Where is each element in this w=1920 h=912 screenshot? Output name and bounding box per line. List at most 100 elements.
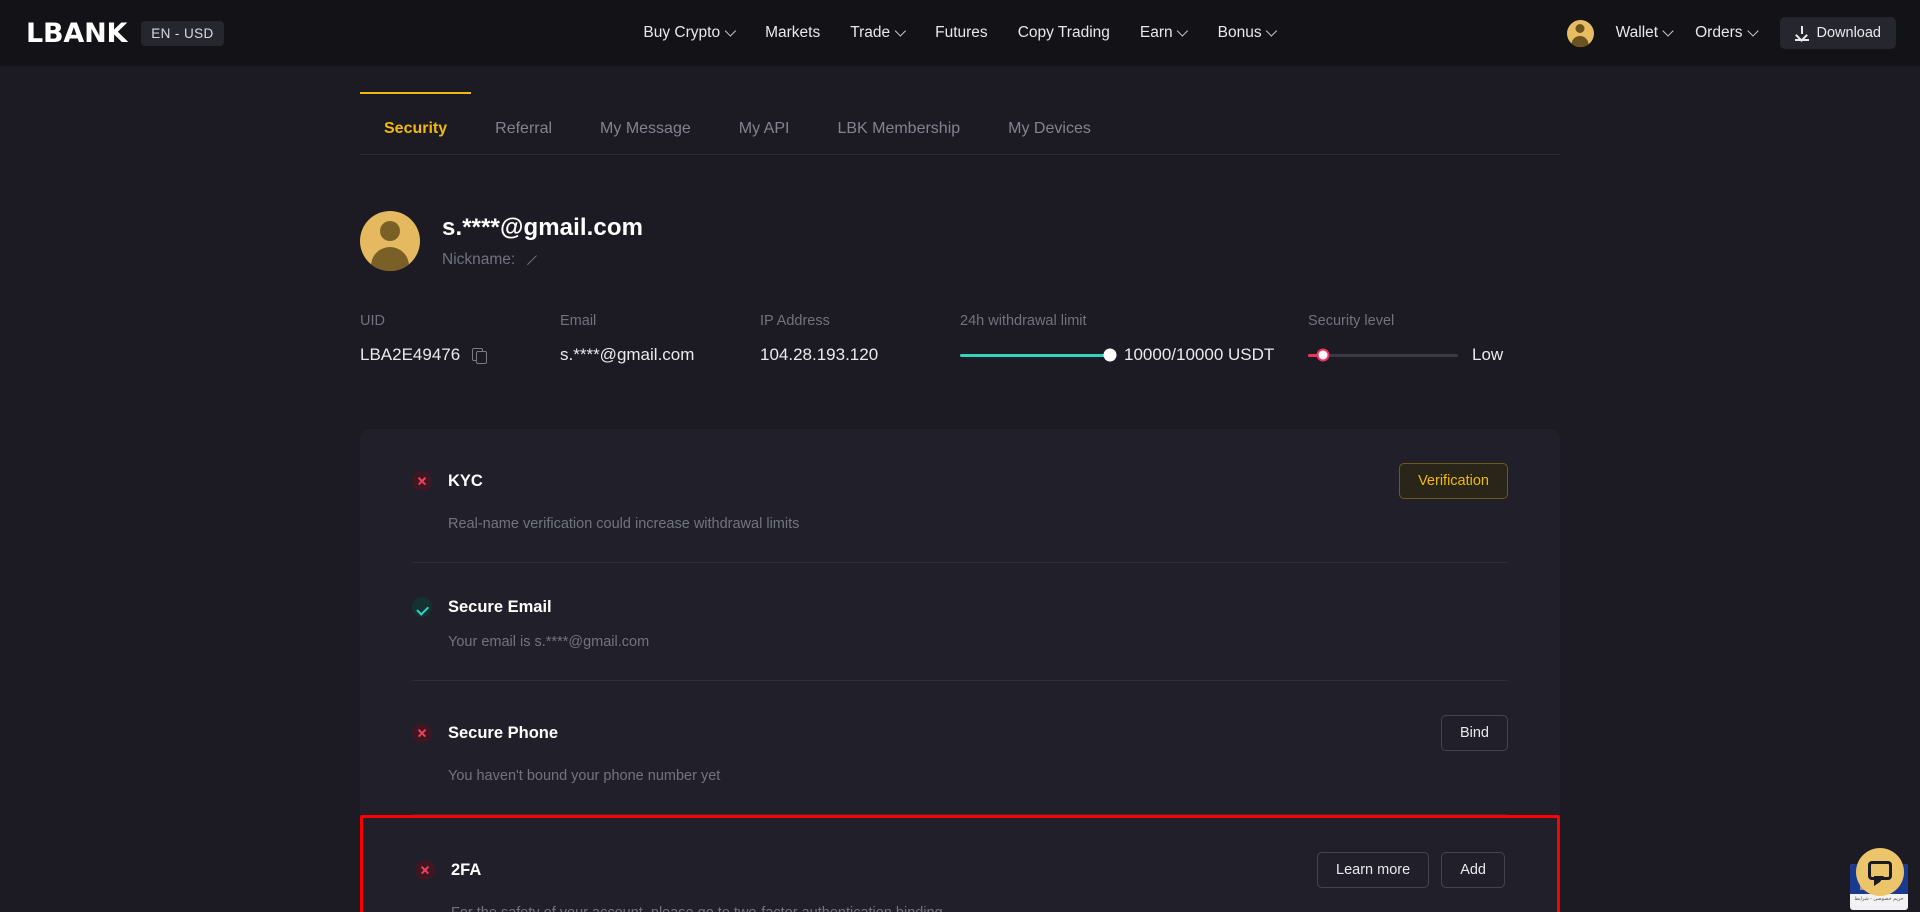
nav-item-copy-trading[interactable]: Copy Trading (1018, 24, 1110, 42)
row-header: Secure Phone Bind (412, 715, 1508, 751)
withdrawal-limit-value: 10000/10000 USDT (1124, 345, 1275, 364)
slider-knob (1316, 348, 1330, 362)
check-circle-icon (412, 597, 432, 617)
nav-item-trade[interactable]: Trade (850, 24, 905, 42)
nav-item-earn[interactable]: Earn (1140, 24, 1188, 42)
nickname-row: Nickname: (442, 251, 643, 269)
top-header: LBANK EN - USD Buy Crypto Markets Trade … (0, 0, 1920, 66)
wallet-label: Wallet (1615, 24, 1659, 41)
cross-circle-icon (415, 860, 435, 880)
row-description: Your email is s.****@gmail.com (448, 634, 650, 650)
stat-label: UID (360, 313, 385, 329)
withdrawal-limit-slider (960, 348, 1117, 362)
chat-widget: حریم خصوصی - شرایط (1842, 848, 1910, 910)
chat-bubble-icon[interactable] (1856, 848, 1904, 896)
verification-button[interactable]: Verification (1399, 463, 1508, 499)
row-actions: Learn more Add (1317, 852, 1505, 888)
user-avatar-icon[interactable] (1566, 19, 1594, 47)
stat-label: Security level (1308, 313, 1395, 329)
bind-button[interactable]: Bind (1440, 715, 1508, 751)
row-title: 2FA (451, 860, 482, 879)
row-title: KYC (448, 471, 483, 490)
security-row-secure-email: Secure Email Your email is s.****@gmail.… (412, 563, 1508, 681)
download-icon (1794, 25, 1809, 41)
main-nav: Buy Crypto Markets Trade Futures Copy Tr… (643, 24, 1276, 42)
chevron-down-icon (1749, 27, 1758, 36)
row-description: For the safety of your account, please g… (451, 905, 1505, 912)
stat-ip-address: IP Address 104.28.193.120 (760, 313, 960, 365)
stat-security-level: Security level Low (1308, 313, 1503, 365)
orders-menu[interactable]: Orders (1695, 24, 1757, 42)
security-row-kyc: KYC Verification Real-name verification … (412, 429, 1508, 563)
chevron-down-icon (1179, 27, 1188, 36)
row-description: You haven't bound your phone number yet (448, 768, 721, 784)
row-actions: Verification (1399, 463, 1508, 499)
withdrawal-limit-row: 10000/10000 USDT (960, 345, 1308, 365)
chevron-down-icon (1268, 27, 1277, 36)
user-avatar-icon[interactable] (360, 211, 420, 271)
nav-label: Trade (850, 24, 891, 41)
row-header: KYC Verification (412, 463, 1508, 499)
orders-label: Orders (1695, 24, 1743, 41)
download-button[interactable]: Download (1779, 17, 1896, 49)
slider-knob (1103, 348, 1117, 362)
stat-email: Email s.****@gmail.com (560, 313, 760, 365)
learn-more-button[interactable]: Learn more (1317, 852, 1430, 888)
pencil-edit-icon[interactable] (527, 253, 540, 266)
language-currency-selector[interactable]: EN - USD (141, 20, 224, 46)
bubble-glyph (1868, 861, 1892, 886)
profile-header: s.****@gmail.com Nickname: (360, 211, 1560, 271)
row-description: Real-name verification could increase wi… (448, 516, 800, 532)
nav-label: Futures (935, 24, 988, 41)
security-row-secure-phone: Secure Phone Bind You haven't bound your… (412, 681, 1508, 815)
tab-my-message[interactable]: My Message (576, 106, 715, 154)
copy-icon[interactable] (472, 347, 488, 364)
security-row-2fa: 2FA Learn more Add For the safety of you… (360, 815, 1560, 912)
tab-my-api[interactable]: My API (715, 106, 814, 154)
nav-item-bonus[interactable]: Bonus (1218, 24, 1277, 42)
stat-uid: UID LBA2E49476 (360, 313, 560, 365)
stat-label: IP Address (760, 313, 830, 329)
profile-section: s.****@gmail.com Nickname: UID LBA2E4947… (360, 155, 1560, 365)
tab-referral[interactable]: Referral (471, 106, 576, 154)
tab-security[interactable]: Security (360, 92, 472, 154)
add-2fa-button[interactable]: Add (1441, 852, 1505, 888)
nav-item-futures[interactable]: Futures (935, 24, 988, 42)
row-header: 2FA Learn more Add (415, 852, 1505, 888)
chevron-down-icon (1664, 27, 1673, 36)
header-right-actions: Wallet Orders Download (1566, 17, 1896, 49)
stat-label: Email (560, 313, 597, 329)
security-level-row: Low (1308, 345, 1503, 365)
tab-my-devices[interactable]: My Devices (984, 106, 1115, 154)
security-level-slider (1308, 348, 1458, 362)
account-stats: UID LBA2E49476 Email s.****@gmail.com IP… (360, 313, 1560, 365)
nav-label: Markets (765, 24, 821, 41)
lbank-logo[interactable]: LBANK (26, 18, 127, 49)
email-value: s.****@gmail.com (560, 345, 695, 364)
slider-fill (960, 353, 1110, 357)
account-tabs-bar: Security Referral My Message My API LBK … (360, 66, 1560, 155)
row-title: Secure Email (448, 597, 552, 616)
wallet-menu[interactable]: Wallet (1616, 24, 1674, 42)
nav-label: Earn (1139, 24, 1173, 41)
account-tabs: Security Referral My Message My API LBK … (360, 92, 1560, 154)
profile-identity: s.****@gmail.com Nickname: (442, 214, 643, 269)
security-level-value: Low (1472, 345, 1504, 364)
stat-withdrawal-limit: 24h withdrawal limit 10000/10000 USDT (960, 313, 1308, 365)
nav-label: Bonus (1217, 24, 1262, 41)
nav-item-buy-crypto[interactable]: Buy Crypto (643, 24, 735, 42)
chevron-down-icon (726, 27, 735, 36)
security-settings-card: KYC Verification Real-name verification … (360, 429, 1560, 912)
stat-label: 24h withdrawal limit (960, 313, 1087, 329)
row-actions: Bind (1440, 715, 1508, 751)
cross-circle-icon (412, 471, 432, 491)
stat-value: LBA2E49476 (360, 345, 560, 365)
row-title: Secure Phone (448, 723, 559, 742)
tab-lbk-membership[interactable]: LBK Membership (813, 106, 984, 154)
nav-label: Buy Crypto (643, 24, 721, 41)
cross-circle-icon (412, 723, 432, 743)
uid-value: LBA2E49476 (360, 345, 461, 364)
brand-area: LBANK EN - USD (26, 18, 224, 49)
nav-item-markets[interactable]: Markets (765, 24, 820, 42)
row-header: Secure Email (412, 597, 1508, 617)
